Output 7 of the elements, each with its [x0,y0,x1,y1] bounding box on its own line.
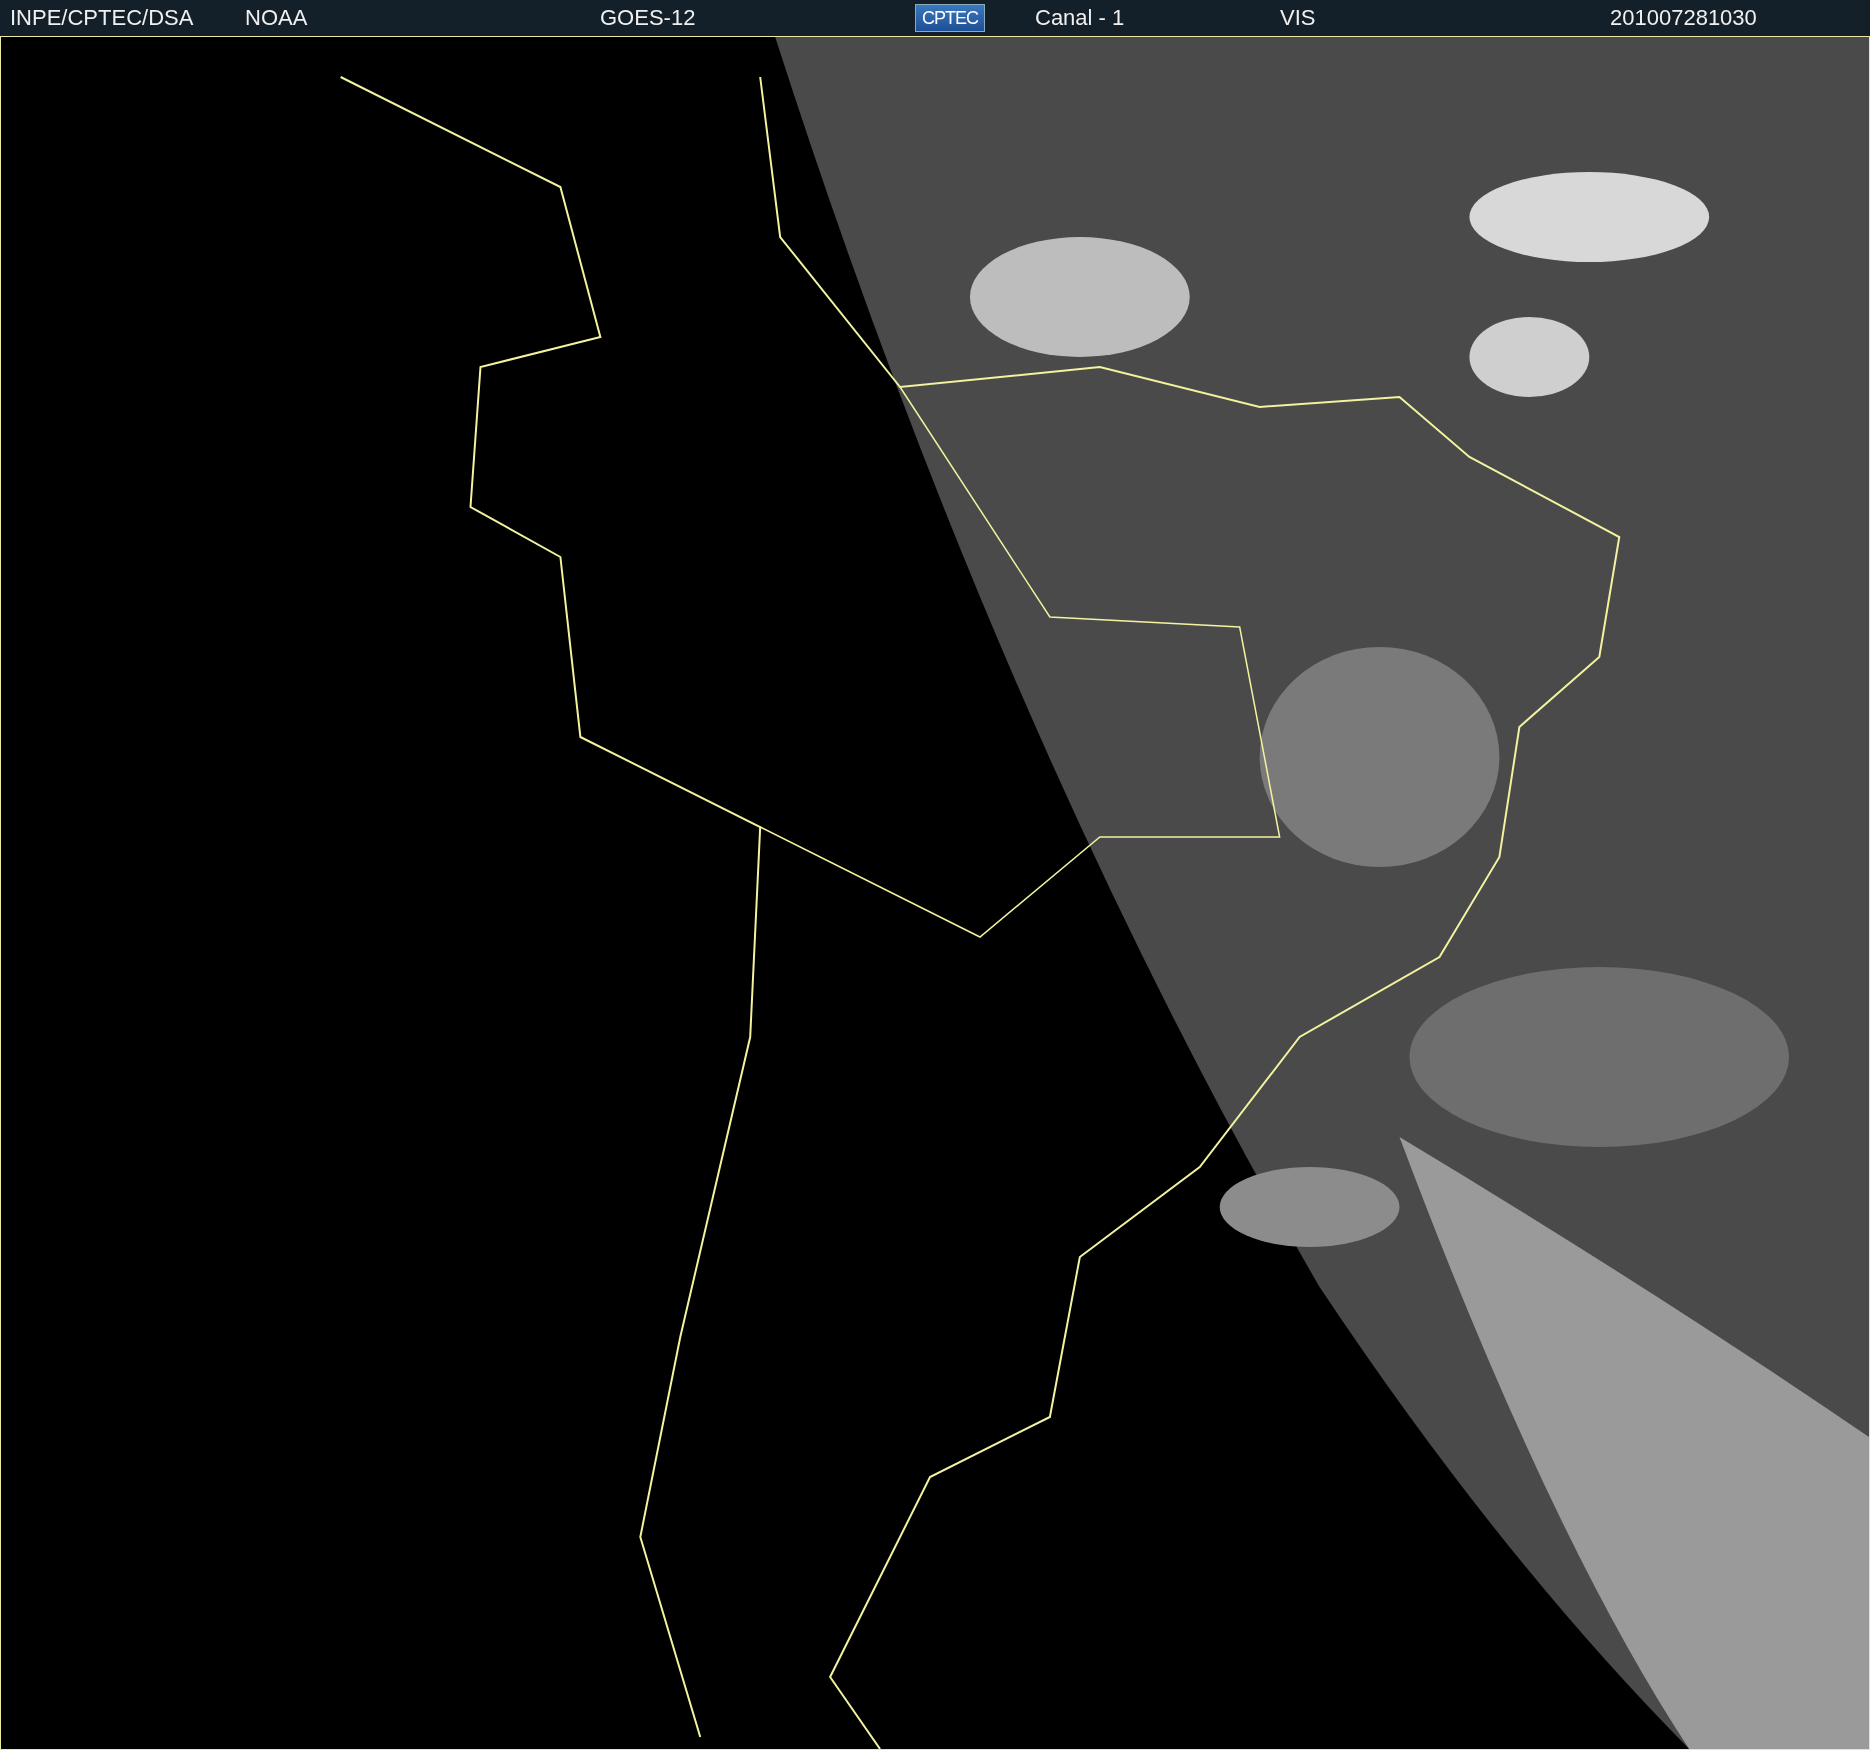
header-text: NOAA [245,7,308,29]
logo: CPTEC [915,4,985,32]
header-text: 201007281030 [1610,7,1757,29]
header-text: Canal - 1 [1035,7,1125,29]
header-text: INPE/CPTEC/DSA [10,7,194,29]
header-text: GOES-12 [600,7,696,29]
header-text: VIS [1280,7,1316,29]
